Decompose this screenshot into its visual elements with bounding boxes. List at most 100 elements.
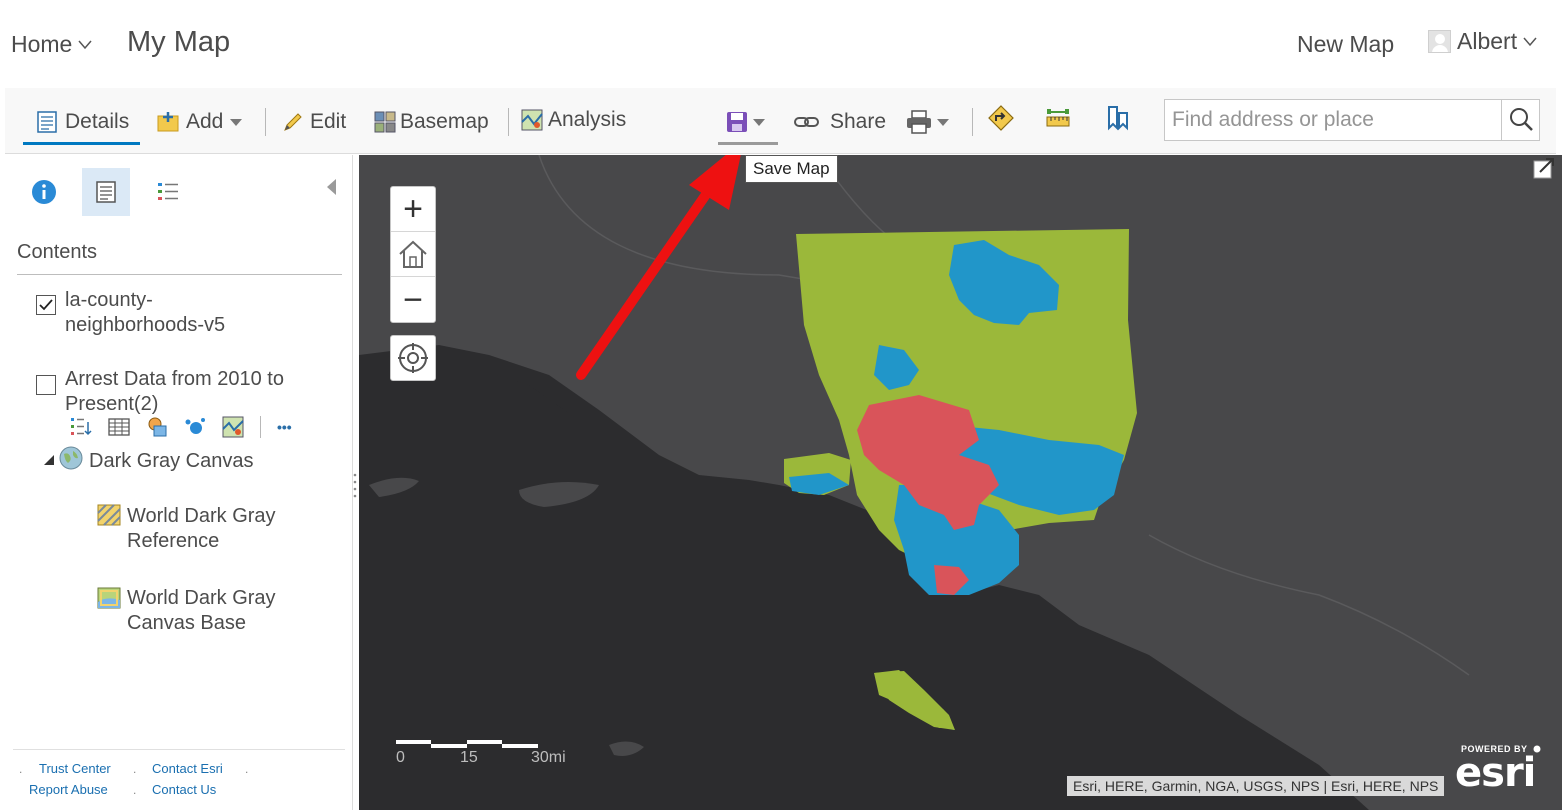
- region-green-island: [874, 671, 955, 730]
- details-label: Details: [65, 110, 130, 133]
- zoom-out-button[interactable]: −: [391, 277, 435, 322]
- trust-center-link[interactable]: Trust Center: [39, 761, 111, 776]
- resize-handle[interactable]: [352, 470, 358, 500]
- details-button[interactable]: Details: [35, 108, 129, 136]
- map-toolbar: Details Add Edit Basemap Analysis Share: [5, 88, 1556, 154]
- report-abuse-link[interactable]: Report Abuse: [29, 782, 108, 797]
- change-style-icon[interactable]: [146, 416, 168, 438]
- basemap-canvas: [359, 155, 1562, 810]
- new-map-link[interactable]: New Map: [1297, 31, 1394, 58]
- top-header: Home My Map New Map Albert: [0, 0, 1562, 88]
- analysis-icon[interactable]: [222, 416, 244, 438]
- home-button[interactable]: [391, 232, 435, 277]
- map-view[interactable]: + − 0 15 30mi Esri, HERE, Garmin, NGA, U…: [359, 155, 1562, 810]
- locate-icon: [398, 343, 428, 373]
- bullet: .: [245, 762, 249, 776]
- island: [369, 477, 419, 497]
- active-tab-indicator: [23, 142, 140, 145]
- cluster-icon[interactable]: [184, 416, 206, 438]
- caret-down-icon: [230, 119, 243, 126]
- table-icon[interactable]: [108, 416, 130, 438]
- user-menu[interactable]: Albert: [1428, 28, 1537, 55]
- add-label: Add: [186, 110, 224, 133]
- basemap-icon: [374, 111, 396, 133]
- contents-tab[interactable]: [82, 168, 130, 216]
- layer-label-line: Present(2): [65, 393, 159, 415]
- expand-triangle-icon[interactable]: [43, 454, 55, 466]
- scale-label: 0: [396, 749, 405, 766]
- toolbar-divider: [972, 108, 973, 136]
- layer-checkbox-neighborhoods[interactable]: [36, 295, 56, 315]
- analysis-button[interactable]: Analysis: [520, 106, 626, 134]
- analysis-label: Analysis: [548, 108, 627, 131]
- measure-button[interactable]: [1045, 105, 1071, 133]
- save-map-tooltip: Save Map: [745, 155, 838, 183]
- layer-label-neighborhoods[interactable]: la-county- neighborhoods-v5: [65, 288, 225, 338]
- basemap-button[interactable]: Basemap: [373, 108, 489, 136]
- print-button[interactable]: [906, 108, 950, 136]
- save-icon: [727, 112, 747, 132]
- bullet: .: [133, 762, 137, 776]
- layer-label-arrests[interactable]: Arrest Data from 2010 to Present(2): [65, 367, 284, 417]
- collapse-panel-button[interactable]: [327, 179, 336, 195]
- reference-layer-icon: [97, 504, 121, 526]
- contact-esri-link[interactable]: Contact Esri: [152, 761, 223, 776]
- edit-button[interactable]: Edit: [282, 108, 346, 136]
- add-icon: [157, 112, 179, 132]
- layer-tools: •••: [70, 416, 292, 438]
- island: [609, 741, 644, 756]
- logo-text: esri: [1455, 750, 1536, 796]
- home-menu[interactable]: Home: [11, 31, 92, 58]
- search-icon: [1510, 108, 1533, 131]
- legend-tab[interactable]: [144, 168, 192, 216]
- caret-down-icon: [753, 119, 765, 126]
- layer-label-line: Arrest Data from 2010 to: [65, 368, 284, 390]
- user-name: Albert: [1457, 28, 1518, 54]
- toolbar-divider: [508, 108, 509, 136]
- toolbar-divider: [265, 108, 266, 136]
- search-box: [1164, 99, 1540, 141]
- scale-label: 30mi: [531, 749, 566, 766]
- legend-icon: [158, 183, 178, 200]
- contents-heading: Contents: [17, 241, 98, 263]
- scale-bar: [396, 740, 538, 748]
- zoom-out-icon: −: [403, 280, 423, 319]
- add-button[interactable]: Add: [156, 108, 243, 136]
- details-icon: [96, 181, 116, 203]
- page-title: My Map: [127, 26, 231, 58]
- edit-icon: [284, 113, 302, 131]
- show-legend-icon[interactable]: [70, 416, 92, 438]
- expand-icon[interactable]: [1532, 157, 1556, 181]
- zoom-in-button[interactable]: +: [391, 187, 435, 232]
- layer-label-line: la-county-: [65, 289, 153, 311]
- home-icon: [399, 240, 427, 268]
- share-label: Share: [830, 110, 887, 133]
- more-options-button[interactable]: •••: [277, 419, 292, 435]
- side-panel: Contents la-county- neighborhoods-v5 Arr…: [5, 155, 353, 810]
- caret-down-icon: [78, 40, 92, 49]
- share-button[interactable]: Share: [794, 108, 886, 136]
- bookmarks-button[interactable]: [1106, 104, 1130, 132]
- basemap-group-label[interactable]: Dark Gray Canvas: [89, 449, 254, 474]
- layer-label-line: World Dark Gray: [127, 505, 276, 527]
- divider: [13, 749, 345, 750]
- map-attribution: Esri, HERE, Garmin, NGA, USGS, NPS | Esr…: [1067, 776, 1445, 796]
- contact-us-link[interactable]: Contact Us: [152, 782, 216, 797]
- bullet: .: [19, 762, 23, 776]
- basemap-layer-reference[interactable]: World Dark Gray Reference: [127, 504, 276, 554]
- about-tab[interactable]: [20, 168, 68, 216]
- directions-button[interactable]: [988, 104, 1014, 132]
- caret-down-icon: [937, 119, 949, 126]
- layer-checkbox-arrests[interactable]: [36, 375, 56, 395]
- divider: [260, 416, 261, 438]
- basemap-layer-canvas[interactable]: World Dark Gray Canvas Base: [127, 586, 276, 636]
- locate-button[interactable]: [390, 335, 436, 381]
- base-layer-icon: [97, 587, 121, 609]
- search-input[interactable]: [1165, 100, 1498, 140]
- measure-icon: [1046, 109, 1070, 127]
- save-button[interactable]: [726, 108, 766, 136]
- search-button[interactable]: [1501, 100, 1539, 140]
- print-icon: [907, 110, 931, 134]
- avatar: [1428, 30, 1451, 53]
- details-icon: [37, 111, 57, 133]
